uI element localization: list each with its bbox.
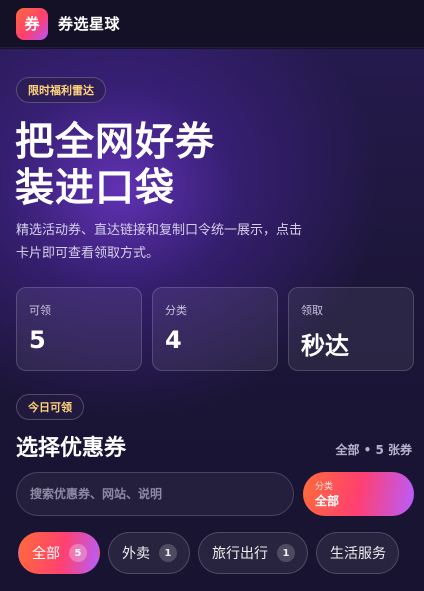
title-line-1: 把全网好券 (15, 120, 216, 165)
search-box[interactable] (16, 472, 294, 516)
desc-line-1: 精选活动券、直达链接和复制口令统一展示，点击 (16, 223, 303, 238)
section-title: 选择优惠券 (16, 436, 127, 461)
stat-value: 秒达 (301, 332, 349, 360)
search-input[interactable] (30, 487, 293, 501)
chip-label: 旅行出行 (212, 546, 268, 562)
title-line-2: 装进口袋 (15, 166, 176, 211)
stat-card-categories: 分类 4 (152, 287, 278, 371)
category-button-caption: 分类 (315, 482, 334, 492)
stat-label: 领取 (301, 304, 323, 317)
today-badge: 今日可领 (16, 394, 84, 420)
page-title: 把全网好券 装进口袋 (15, 120, 215, 212)
app-logo-icon: 券 (16, 7, 48, 40)
chip-all[interactable]: 全部 5 (18, 532, 100, 574)
stat-card-claim: 领取 秒达 (288, 287, 414, 371)
top-bar: 券 券选星球 (0, 0, 424, 48)
coupon-count: 全部 • 5 张券 (335, 443, 412, 457)
app-name: 券选星球 (58, 15, 121, 33)
stat-label: 可领 (29, 304, 51, 317)
chip-count-badge: 1 (277, 544, 295, 562)
chip-label: 生活服务 (330, 546, 386, 562)
chip-takeout[interactable]: 外卖 1 (108, 532, 190, 574)
desc-line-2: 卡片即可查看领取方式。 (16, 246, 160, 261)
category-chips: 全部 5 外卖 1 旅行出行 1 生活服务 (18, 532, 424, 574)
stat-label: 分类 (165, 304, 187, 317)
chip-travel[interactable]: 旅行出行 1 (198, 532, 308, 574)
stat-value: 5 (29, 326, 46, 354)
promo-badge: 限时福利雷达 (16, 77, 106, 103)
category-button-value: 全部 (315, 494, 340, 508)
hero-description: 精选活动券、直达链接和复制口令统一展示，点击 卡片即可查看领取方式。 (16, 219, 356, 265)
chip-count-badge: 1 (159, 544, 177, 562)
chip-count-badge: 5 (69, 544, 87, 562)
stat-value: 4 (165, 326, 182, 354)
chip-label: 全部 (32, 546, 60, 562)
stat-card-available: 可领 5 (16, 287, 142, 371)
chip-label: 外卖 (122, 546, 150, 562)
category-select-button[interactable]: 分类 全部 (303, 472, 414, 516)
chip-life-services[interactable]: 生活服务 (316, 532, 399, 574)
